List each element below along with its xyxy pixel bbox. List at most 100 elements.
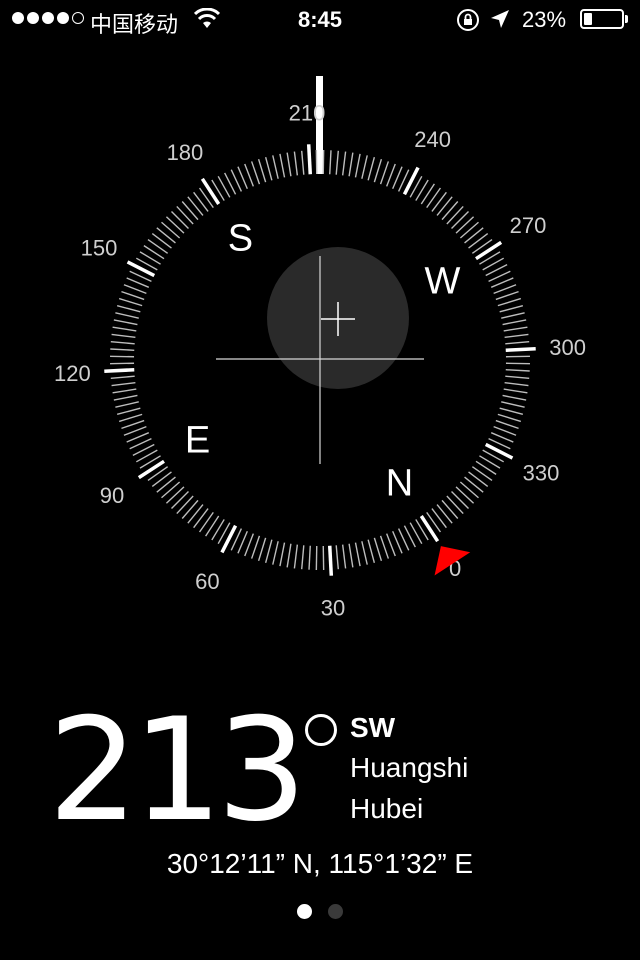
- compass-minor-tick: [386, 533, 396, 557]
- compass-minor-tick: [161, 221, 181, 239]
- compass-minor-tick: [113, 394, 138, 401]
- compass-minor-tick: [493, 284, 517, 294]
- compass-minor-tick: [121, 290, 145, 301]
- compass-degree-label: 150: [81, 235, 118, 260]
- compass-minor-tick: [112, 326, 137, 332]
- compass-minor-tick: [459, 221, 479, 239]
- compass-degree-label: 240: [414, 127, 451, 152]
- compass-minor-tick: [503, 388, 528, 394]
- compass-minor-tick: [250, 535, 261, 559]
- compass-minor-tick: [300, 545, 305, 570]
- battery-icon: [580, 9, 624, 29]
- compass-minor-tick: [468, 233, 489, 249]
- compass-minor-tick: [335, 150, 340, 175]
- location-region: Hubei: [350, 793, 424, 824]
- compass-minor-tick: [244, 533, 254, 557]
- degree-symbol: [305, 714, 337, 746]
- compass-minor-tick: [495, 419, 519, 430]
- compass-minor-tick: [471, 466, 493, 482]
- compass-minor-tick: [504, 333, 529, 339]
- compass-minor-tick: [198, 511, 214, 533]
- heading-degrees: 213: [48, 688, 307, 853]
- heading-direction: SW: [350, 712, 396, 743]
- compass-minor-tick: [110, 375, 135, 380]
- compass-minor-tick: [441, 201, 459, 221]
- compass-minor-tick: [497, 413, 522, 423]
- compass-major-tick: [104, 367, 135, 374]
- compass-minor-tick: [115, 312, 139, 319]
- compass-major-tick: [484, 442, 514, 460]
- compass-minor-tick: [116, 304, 141, 313]
- location-coordinates: 30°12’11” N, 115°1’32” E: [166, 848, 474, 879]
- compass-minor-tick: [272, 541, 279, 565]
- compass-minor-tick: [176, 495, 194, 515]
- compass-cardinal-s: S: [228, 218, 253, 260]
- compass-minor-tick: [147, 238, 169, 254]
- compass-minor-tick: [446, 495, 464, 515]
- compass-minor-tick: [118, 297, 143, 307]
- compass-minor-tick: [501, 312, 525, 319]
- compass-minor-tick: [115, 401, 139, 408]
- compass-major-tick: [137, 459, 165, 480]
- compass-minor-tick: [459, 481, 479, 499]
- compass-minor-tick: [367, 156, 376, 181]
- compass-minor-tick: [426, 187, 442, 209]
- compass-minor-tick: [341, 151, 347, 176]
- compass-degree-label: 330: [523, 461, 560, 486]
- compass-minor-tick: [499, 304, 524, 313]
- compass-minor-tick: [171, 491, 189, 509]
- compass-minor-tick: [165, 216, 185, 234]
- compass-minor-tick: [264, 539, 273, 564]
- compass-minor-tick: [176, 205, 194, 225]
- compass-minor-tick: [431, 508, 447, 529]
- compass-major-tick: [505, 346, 536, 353]
- compass-cardinal-n: N: [386, 462, 413, 504]
- compass-degree-label: 30: [321, 596, 345, 621]
- compass-minor-tick: [493, 426, 517, 436]
- page-indicator[interactable]: [0, 904, 640, 919]
- compass-minor-tick: [181, 201, 199, 221]
- compass-dial[interactable]: 0306090120150180210240270300330 NESW: [0, 40, 640, 660]
- compass-cardinal-e: E: [185, 420, 210, 462]
- compass-minor-tick: [348, 152, 354, 177]
- battery-percentage: 23%: [522, 7, 567, 32]
- compass-minor-tick: [279, 542, 286, 567]
- compass-minor-tick: [116, 407, 141, 416]
- location-arrow-icon: [491, 10, 509, 28]
- page-dot-active[interactable]: [297, 904, 312, 919]
- compass-minor-tick: [451, 211, 469, 229]
- compass-degree-label: 210: [289, 100, 326, 125]
- compass-minor-tick: [110, 348, 135, 351]
- compass-minor-tick: [156, 227, 176, 244]
- compass-major-tick: [126, 260, 156, 278]
- compass-minor-tick: [468, 471, 489, 487]
- battery-nub: [625, 15, 628, 23]
- compass-minor-tick: [151, 471, 172, 487]
- compass-minor-tick: [354, 153, 361, 178]
- compass-minor-tick: [112, 388, 137, 394]
- compass-degree-label: 90: [100, 483, 124, 508]
- compass-minor-tick: [111, 333, 136, 339]
- compass-minor-tick: [436, 196, 453, 216]
- compass-degree-label: 60: [195, 569, 219, 594]
- compass-major-tick: [200, 177, 221, 205]
- compass-minor-tick: [123, 284, 147, 294]
- compass-minor-tick: [335, 545, 340, 570]
- compass-minor-tick: [257, 158, 267, 183]
- compass-minor-tick: [451, 491, 469, 509]
- compass-minor-tick: [257, 537, 267, 562]
- compass-minor-tick: [193, 508, 209, 529]
- compass-minor-tick: [455, 486, 475, 504]
- compass-minor-tick: [505, 369, 530, 372]
- compass-minor-tick: [431, 191, 447, 212]
- compass-minor-tick: [379, 161, 390, 185]
- compass-major-tick: [402, 166, 420, 196]
- compass-major-tick: [419, 515, 440, 543]
- battery-level: [584, 13, 593, 25]
- compass-degree-label: 180: [167, 140, 204, 165]
- compass-minor-tick: [455, 216, 475, 234]
- compass-minor-tick: [495, 290, 519, 301]
- page-dot[interactable]: [328, 904, 343, 919]
- compass-degree-label: 270: [510, 213, 547, 238]
- compass-minor-tick: [113, 319, 138, 326]
